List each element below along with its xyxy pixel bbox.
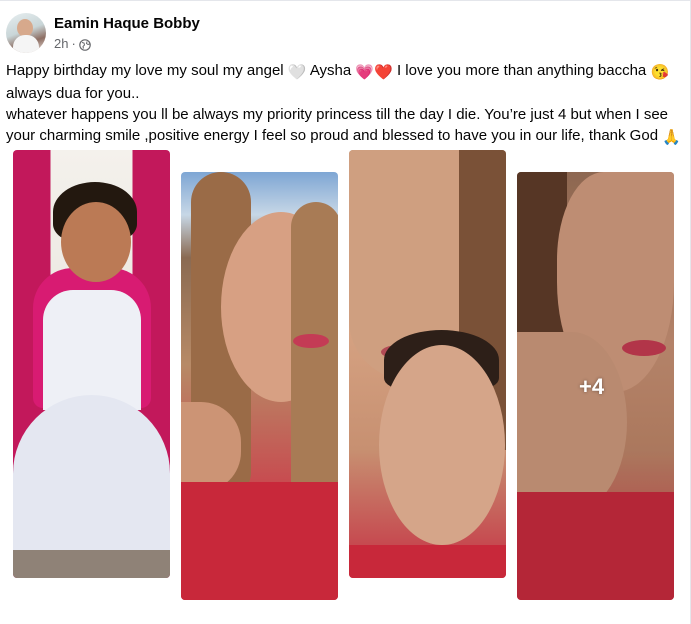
kiss-emoji: 😘 bbox=[650, 64, 670, 81]
photo-2-lips bbox=[293, 334, 329, 348]
post-text-line-3: whatever happens you ll be always my pri… bbox=[6, 106, 669, 123]
post-text-line-1: Happy birthday my love my soul my angel … bbox=[6, 60, 686, 83]
hearts-emoji: 💗❤️ bbox=[355, 64, 393, 81]
post-timestamp[interactable]: 2h bbox=[54, 35, 68, 52]
text-segment: your charming smile ,positive energy I f… bbox=[6, 127, 663, 144]
facebook-post: Eamin Haque Bobby 2h · Happy birthday my… bbox=[0, 0, 691, 624]
photo-2[interactable] bbox=[181, 172, 338, 600]
separator-dot: · bbox=[71, 36, 76, 51]
more-photos-count[interactable]: +4 bbox=[579, 374, 604, 400]
post-text-line-2: always dua for you.. bbox=[6, 85, 140, 102]
photo-3-shirt bbox=[349, 545, 506, 578]
photo-4[interactable]: +4 bbox=[517, 172, 674, 600]
photo-1-skirt bbox=[13, 395, 170, 570]
photo-1[interactable] bbox=[13, 150, 170, 578]
photo-1-floor bbox=[13, 550, 170, 578]
photo-3[interactable] bbox=[349, 150, 506, 578]
author-name[interactable]: Eamin Haque Bobby bbox=[54, 14, 200, 33]
photo-1-dress bbox=[43, 290, 141, 410]
author-avatar[interactable] bbox=[6, 13, 46, 53]
photo-3-child-face bbox=[379, 345, 505, 545]
post-subline: 2h · bbox=[54, 35, 200, 52]
pray-emoji: 🙏 bbox=[662, 129, 681, 146]
globe-icon[interactable] bbox=[79, 38, 91, 51]
photo-2-shirt bbox=[181, 482, 338, 600]
text-segment: Aysha bbox=[306, 62, 356, 79]
post-text: Happy birthday my love my soul my angel … bbox=[6, 60, 686, 148]
post-text-line-4: your charming smile ,positive energy I f… bbox=[6, 125, 686, 148]
post-header: Eamin Haque Bobby 2h · bbox=[6, 12, 200, 54]
white-heart-emoji: 🤍 bbox=[287, 64, 307, 81]
photo-gallery: +4 bbox=[0, 149, 691, 604]
post-meta: Eamin Haque Bobby 2h · bbox=[54, 14, 200, 52]
text-segment: Happy birthday my love my soul my angel bbox=[6, 62, 288, 79]
photo-1-face bbox=[61, 202, 131, 282]
text-segment: I love you more than anything baccha bbox=[392, 62, 651, 79]
top-divider bbox=[0, 0, 691, 1]
